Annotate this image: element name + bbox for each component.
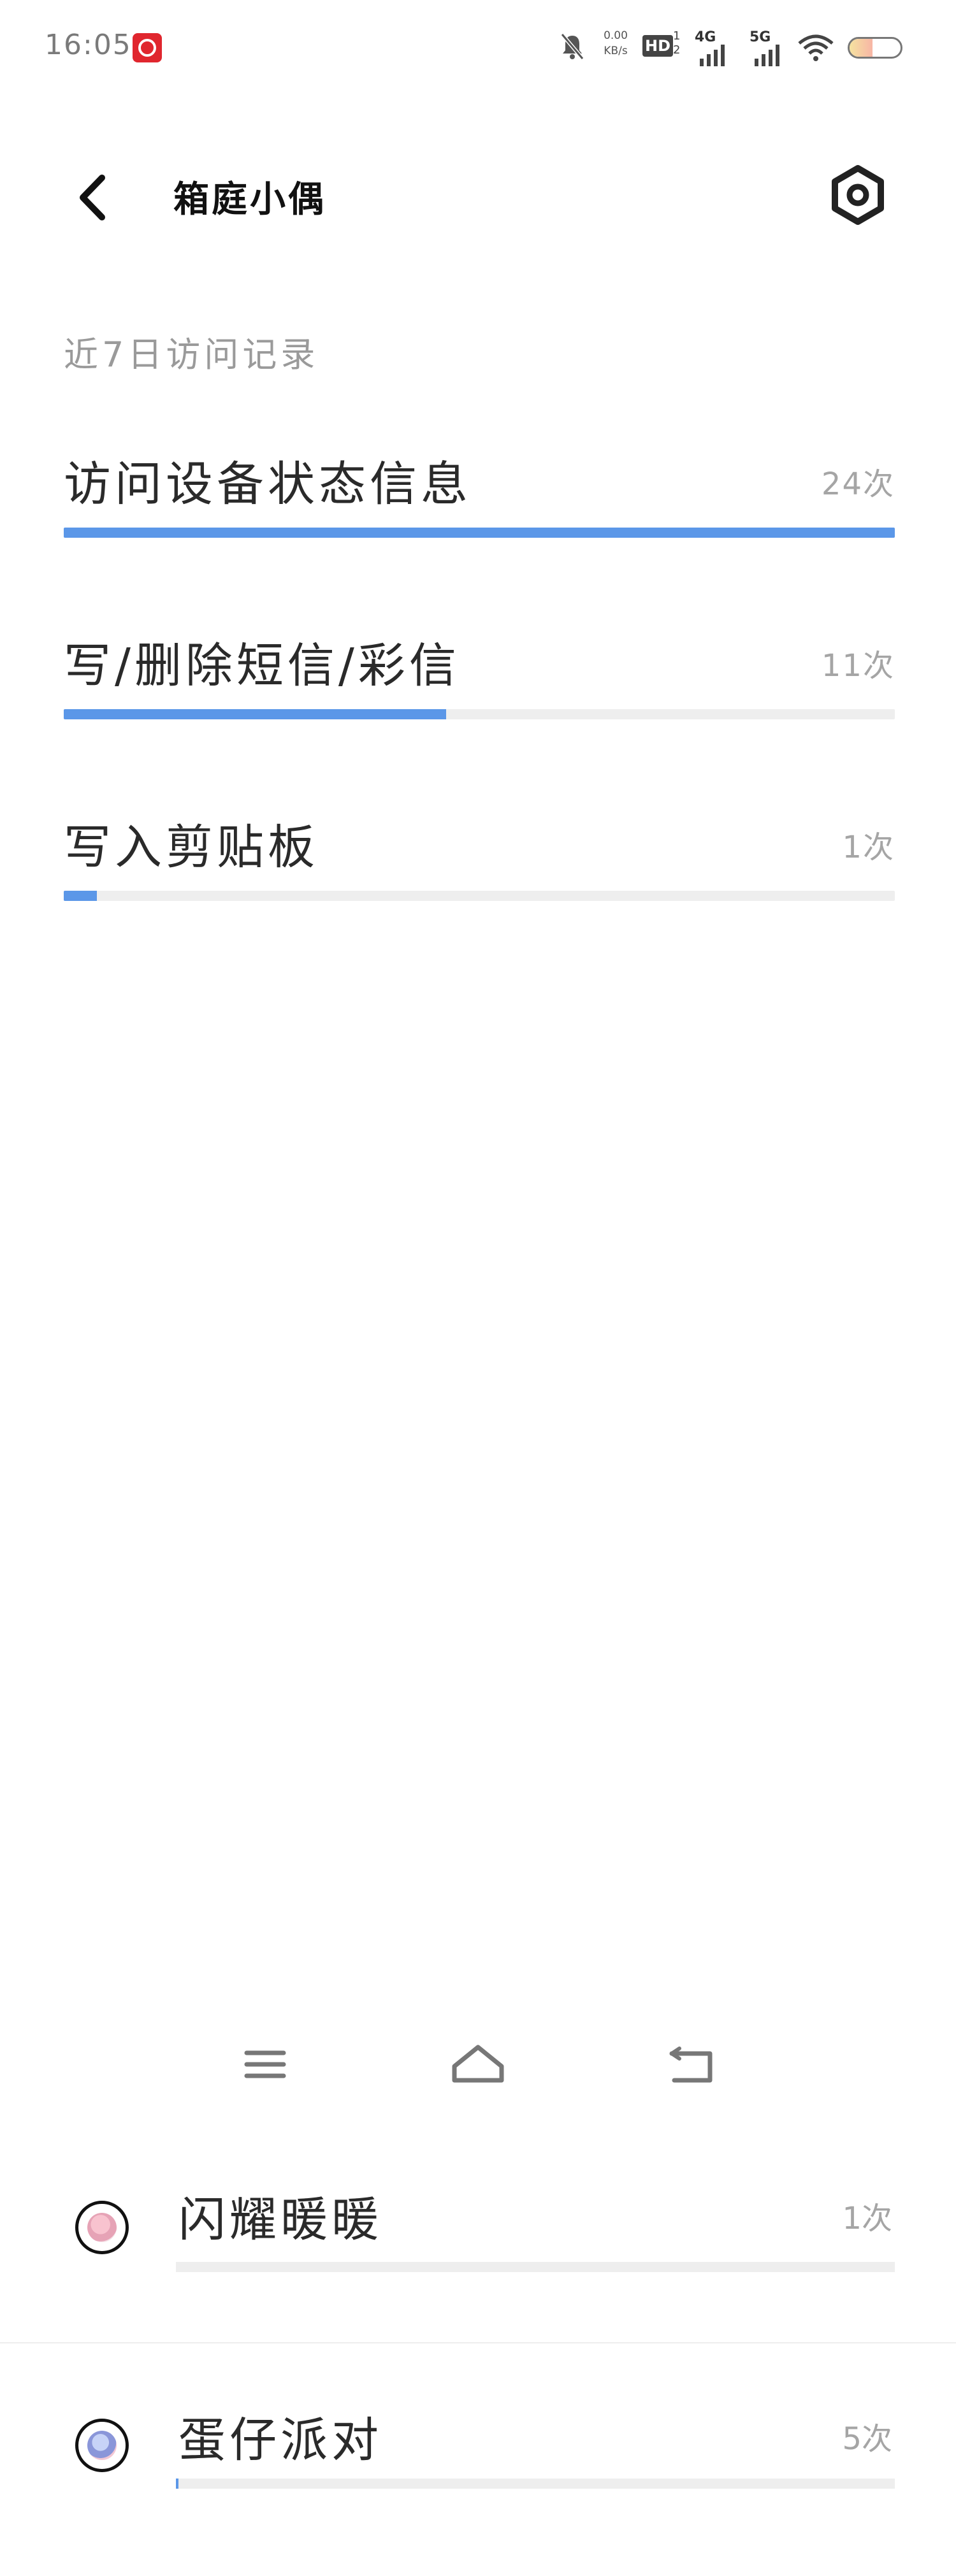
app-avatar bbox=[75, 2201, 129, 2254]
progress-track bbox=[64, 709, 895, 719]
navigation-bar bbox=[0, 2026, 956, 2103]
progress-fill bbox=[64, 709, 446, 719]
divider bbox=[0, 2342, 956, 2343]
page-title: 箱庭小偶 bbox=[173, 179, 326, 220]
settings-button[interactable] bbox=[826, 163, 890, 227]
battery-level bbox=[850, 39, 873, 57]
app-count: 5次 bbox=[842, 2421, 892, 2457]
wifi-icon bbox=[798, 34, 834, 61]
gear-icon bbox=[832, 165, 884, 225]
record-label: 访问设备状态信息 bbox=[64, 457, 472, 512]
home-icon bbox=[452, 2045, 504, 2083]
menu-icon bbox=[244, 2050, 286, 2078]
progress-track bbox=[176, 2479, 895, 2489]
app-count: 1次 bbox=[842, 2201, 892, 2236]
back-nav-button[interactable] bbox=[654, 2026, 730, 2103]
progress-track bbox=[64, 891, 895, 901]
record-item[interactable]: 写入剪贴板 1次 bbox=[64, 809, 895, 911]
network-speed: 0.00 KB/s bbox=[602, 28, 630, 59]
speed-unit: KB/s bbox=[604, 45, 628, 57]
back-icon bbox=[669, 2047, 713, 2083]
status-bar: 16:05 0.00 KB/s HD 1 2 4G 5G bbox=[0, 0, 956, 96]
app-name: 闪耀暖暖 bbox=[178, 2192, 382, 2247]
signal-bars-icon bbox=[755, 45, 779, 66]
signal-bars-icon bbox=[700, 45, 725, 66]
app-avatar-image bbox=[87, 2431, 117, 2460]
battery-icon bbox=[848, 37, 902, 59]
section-title: 近7日访问记录 bbox=[64, 335, 319, 375]
progress-fill bbox=[176, 2479, 178, 2489]
app-avatar bbox=[75, 2419, 129, 2472]
back-button[interactable] bbox=[70, 169, 115, 226]
app-list-item[interactable]: 蛋仔派对 5次 bbox=[0, 2357, 956, 2523]
progress-fill bbox=[64, 528, 895, 538]
hd-sub: 1 2 bbox=[673, 29, 681, 57]
app-name: 蛋仔派对 bbox=[178, 2413, 382, 2468]
status-time: 16:05 bbox=[45, 29, 132, 61]
record-label: 写入剪贴板 bbox=[64, 820, 319, 875]
progress-track bbox=[176, 2262, 895, 2272]
speed-value: 0.00 bbox=[604, 29, 628, 42]
record-count: 11次 bbox=[821, 648, 895, 684]
progress-track bbox=[64, 528, 895, 538]
record-label: 写/删除短信/彩信 bbox=[64, 638, 460, 693]
chevron-left-icon bbox=[80, 175, 105, 220]
app-list-item[interactable]: 闪耀暖暖 1次 bbox=[0, 2141, 956, 2306]
progress-fill bbox=[64, 891, 98, 901]
hd-badge: HD bbox=[642, 35, 674, 57]
netease-music-icon bbox=[133, 33, 162, 62]
home-button[interactable] bbox=[440, 2026, 516, 2103]
record-count: 1次 bbox=[842, 830, 895, 865]
record-count: 24次 bbox=[821, 466, 895, 502]
record-item[interactable]: 写/删除短信/彩信 11次 bbox=[64, 628, 895, 730]
app-avatar-image bbox=[87, 2213, 117, 2242]
mute-icon bbox=[560, 33, 584, 60]
record-item[interactable]: 访问设备状态信息 24次 bbox=[64, 446, 895, 548]
recent-apps-button[interactable] bbox=[227, 2026, 303, 2103]
